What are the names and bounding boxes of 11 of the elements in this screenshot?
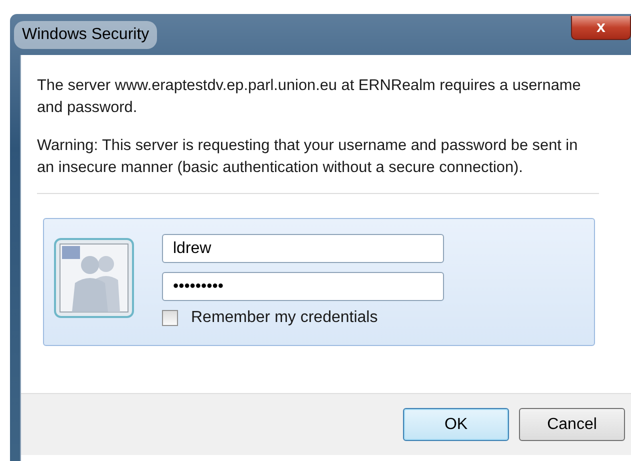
ok-button[interactable]: OK — [403, 408, 509, 441]
user-tile-icon — [54, 238, 134, 318]
password-field[interactable]: ••••••••• — [162, 272, 444, 301]
message-text: The server www.eraptestdv.ep.parl.union.eu at ERNRealm requires a username and password. — [37, 76, 582, 118]
remember-label[interactable]: Remember my credentials — [191, 306, 378, 330]
cancel-button[interactable]: Cancel — [519, 408, 625, 441]
username-field[interactable]: ldrew — [162, 234, 444, 263]
close-button[interactable]: x — [571, 16, 631, 40]
window-title: Windows Security — [14, 20, 158, 48]
remember-checkbox[interactable] — [162, 310, 178, 326]
warning-text: Warning: This server is requesting that your username and password be sent in an insecure manner (basic authentication without a secure connection). — [37, 136, 579, 178]
